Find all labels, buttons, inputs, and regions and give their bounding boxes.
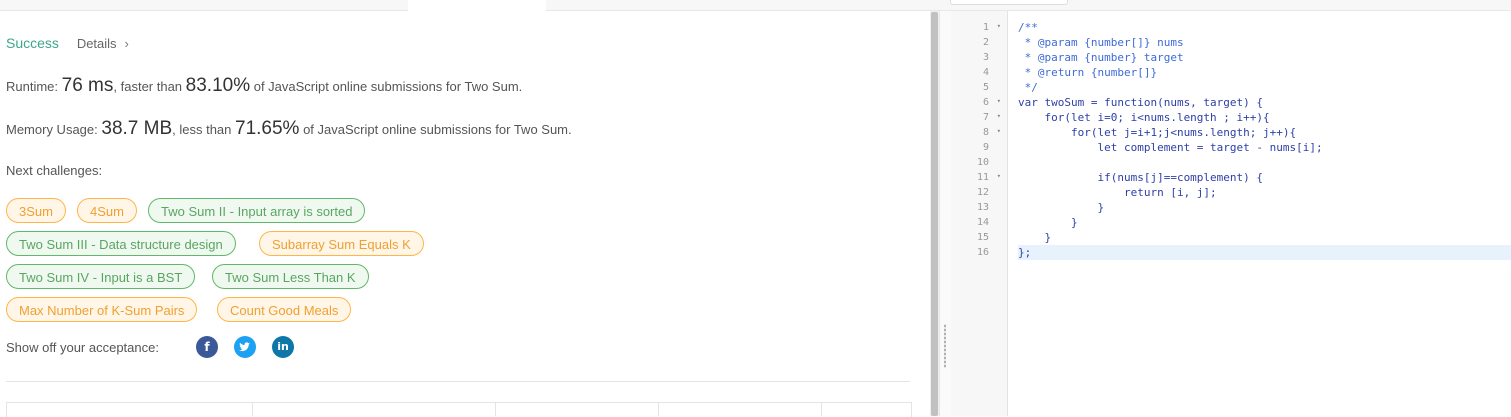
line-number: 1 ▾ [951,20,1007,35]
line-number-text: 9 [982,142,989,153]
result-status-row: Success Details › [6,35,129,51]
line-number: 15 [951,230,1007,245]
twitter-bird-icon [239,342,250,352]
line-number: 2 [951,35,1007,50]
table-column-separator [495,402,496,416]
top-toolbar-button[interactable] [950,0,1068,5]
memory-percent: 71.65% [235,118,300,139]
table-column-separator [821,402,822,416]
runtime-percent: 83.10% [185,75,251,96]
line-number: 3 [951,50,1007,65]
submissions-table-header [6,402,912,417]
challenge-chip[interactable]: Two Sum IV - Input is a BST [6,264,196,289]
line-number-text: 6 [982,97,989,108]
linkedin-icon[interactable]: in [272,336,294,358]
status-success-label: Success [6,35,59,51]
code-line[interactable]: } [1018,230,1511,245]
line-number: 12 [951,185,1007,200]
section-divider [6,381,910,382]
fold-arrow-icon[interactable]: ▾ [997,22,1001,30]
code-line[interactable] [1018,155,1511,170]
code-line[interactable]: }; [1018,245,1511,260]
challenge-chip[interactable]: 3Sum [6,198,66,223]
fold-arrow-icon[interactable]: ▾ [997,97,1001,105]
code-line[interactable]: } [1018,200,1511,215]
line-number-text: 2 [982,37,989,48]
line-number: 4 [951,65,1007,80]
chevron-right-icon[interactable]: › [124,36,128,51]
code-line[interactable]: var twoSum = function(nums, target) { [1018,95,1511,110]
code-line[interactable]: return [i, j]; [1018,185,1511,200]
code-line[interactable]: if(nums[j]==complement) { [1018,170,1511,185]
challenge-chip[interactable]: Two Sum Less Than K [212,264,369,289]
line-number: 7 ▾ [951,110,1007,125]
runtime-value: 76 ms [61,75,114,96]
code-line[interactable]: let complement = target - nums[i]; [1018,140,1511,155]
code-line[interactable]: for(let j=i+1;j<nums.length; j++){ [1018,125,1511,140]
line-number: 11 ▾ [951,170,1007,185]
code-line[interactable]: for(let i=0; i<nums.length ; i++){ [1018,110,1511,125]
facebook-icon[interactable]: f [196,336,218,358]
challenge-chip[interactable]: Subarray Sum Equals K [259,231,424,256]
line-number-text: 5 [982,82,989,93]
line-number-text: 15 [976,232,989,243]
challenge-chip[interactable]: 4Sum [77,198,137,223]
challenge-chip[interactable]: Count Good Meals [217,297,352,322]
runtime-prefix: Runtime: [6,79,62,94]
code-line[interactable]: /** [1018,20,1511,35]
line-number-text: 13 [976,202,989,213]
line-number-text: 4 [982,67,989,78]
details-link[interactable]: Details [77,36,117,51]
challenge-chip[interactable]: Two Sum II - Input array is sorted [148,198,366,223]
code-line[interactable]: */ [1018,80,1511,95]
share-label: Show off your acceptance: [6,340,159,355]
line-number: 10 [951,155,1007,170]
line-number: 9 [951,140,1007,155]
fold-arrow-icon[interactable]: ▾ [997,127,1001,135]
code-line[interactable]: * @return {number[]} [1018,65,1511,80]
memory-value: 38.7 MB [101,118,173,139]
challenge-chip[interactable]: Two Sum III - Data structure design [6,231,236,256]
code-line[interactable]: } [1018,215,1511,230]
scrollbar-thumb[interactable] [931,12,938,416]
line-number: 14 [951,215,1007,230]
line-number: 16 [951,245,1007,260]
line-number: 13 [951,200,1007,215]
fold-arrow-icon[interactable]: ▾ [997,112,1001,120]
runtime-line: Runtime: 76 ms, faster than 83.10% of Ja… [6,75,522,97]
tab-strip [0,0,1511,11]
line-number: 8 ▾ [951,125,1007,140]
line-number-text: 1 [982,22,989,33]
line-number: 5 [951,80,1007,95]
memory-suffix: of JavaScript online submissions for Two… [299,122,572,137]
line-number-text: 11 [976,172,989,183]
line-number-text: 14 [976,217,989,228]
code-line[interactable]: * @param {number} target [1018,50,1511,65]
tab-active[interactable] [408,0,546,11]
fold-arrow-icon[interactable]: ▾ [997,172,1001,180]
memory-line: Memory Usage: 38.7 MB, less than 71.65% … [6,118,572,140]
line-number-text: 3 [982,52,989,63]
line-number-text: 16 [976,247,989,258]
line-number-text: 7 [982,112,989,123]
table-column-separator [252,402,253,416]
memory-prefix: Memory Usage: [6,122,102,137]
drag-handle-icon[interactable] [944,324,946,368]
runtime-suffix: of JavaScript online submissions for Two… [250,79,523,94]
next-challenges-heading: Next challenges: [6,163,103,178]
runtime-mid: , faster than [113,79,186,94]
memory-mid: , less than [172,122,236,137]
twitter-icon[interactable] [234,336,256,358]
line-number: 6 ▾ [951,95,1007,110]
line-number-text: 8 [982,127,989,138]
submission-result-panel [0,11,930,416]
challenge-chip[interactable]: Max Number of K-Sum Pairs [6,297,198,322]
table-column-separator [658,402,659,416]
line-number-text: 12 [976,187,989,198]
code-line[interactable]: * @param {number[]} nums [1018,35,1511,50]
line-number-text: 10 [976,157,989,168]
